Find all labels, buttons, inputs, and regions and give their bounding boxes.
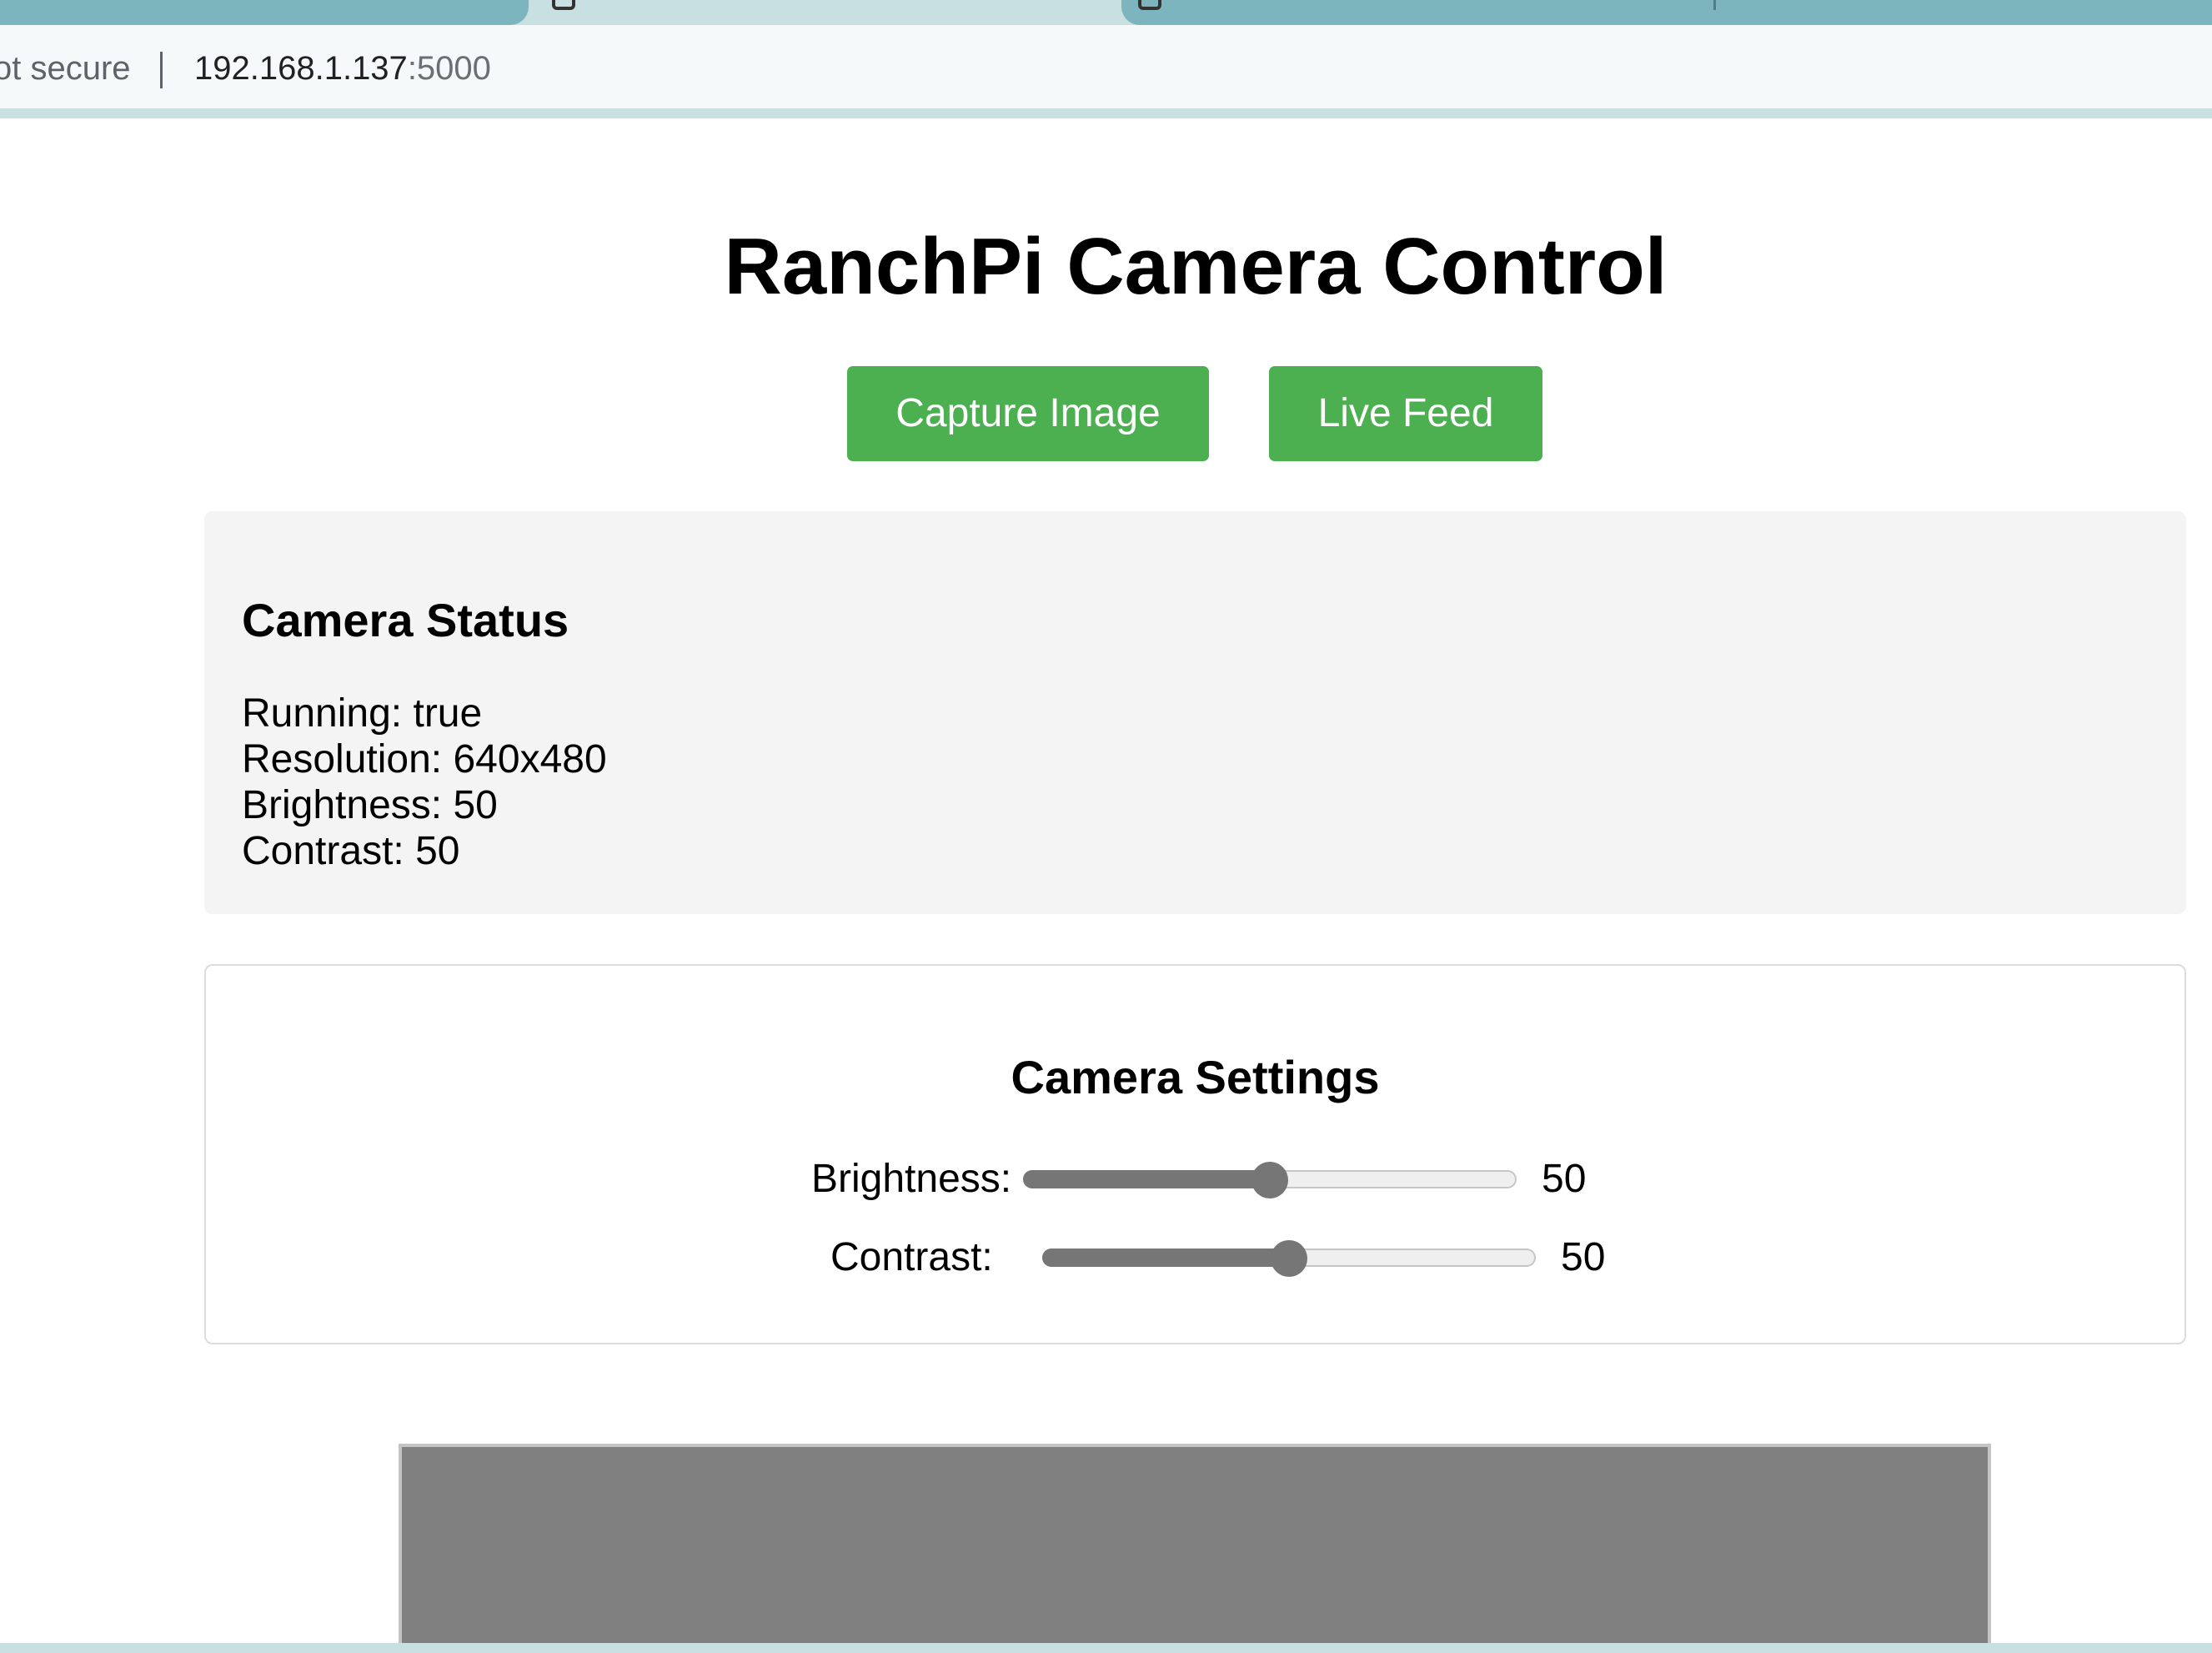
slider-fill: [1042, 1249, 1289, 1267]
url-port: :5000: [407, 50, 491, 87]
status-brightness: Brightness: 50: [242, 783, 498, 827]
tab-strip: [0, 0, 2212, 25]
camera-settings-panel: Camera Settings Brightness: 50 Contrast:…: [204, 964, 2186, 1344]
camera-status-panel: Camera Status Running: true Resolution: …: [204, 511, 2186, 914]
toolbar-divider: [0, 108, 2212, 118]
slider-thumb[interactable]: [1251, 1162, 1288, 1198]
capture-image-button[interactable]: Capture Image: [847, 366, 1209, 461]
url-host: 192.168.1.137: [194, 50, 408, 87]
status-resolution: Resolution: 640x480: [242, 737, 607, 781]
status-contrast: Contrast: 50: [242, 829, 460, 873]
camera-feed-image: [399, 1444, 1991, 1644]
status-running: Running: true: [242, 691, 483, 736]
slider-thumb[interactable]: [1271, 1240, 1307, 1277]
tab-separator: [1713, 0, 1716, 10]
page-title: RanchPi Camera Control: [724, 222, 1668, 311]
browser-tab[interactable]: [0, 0, 529, 25]
window-bottom-edge: [0, 1643, 2212, 1653]
slider-fill: [1023, 1170, 1270, 1188]
live-feed-button[interactable]: Live Feed: [1269, 366, 1542, 461]
page-icon: [552, 0, 575, 10]
brightness-value: 50: [1542, 1157, 1587, 1201]
security-indicator[interactable]: ot secure: [0, 48, 131, 88]
contrast-label: Contrast:: [830, 1235, 993, 1279]
address-bar[interactable]: ot secure 192.168.1.137:5000: [0, 25, 2212, 108]
camera-status-heading: Camera Status: [242, 594, 569, 646]
brightness-label: Brightness:: [811, 1157, 1012, 1201]
contrast-value: 50: [1561, 1235, 1606, 1279]
contrast-slider[interactable]: [1042, 1240, 1536, 1277]
address-divider: [160, 52, 163, 88]
camera-settings-heading: Camera Settings: [1011, 1051, 1380, 1103]
camera-status-list: Running: true Resolution: 640x480 Bright…: [242, 691, 607, 874]
url-text[interactable]: 192.168.1.137:5000: [194, 48, 491, 88]
brightness-slider[interactable]: [1023, 1162, 1517, 1198]
tab-favicon-icon: [1138, 0, 1161, 10]
browser-tab[interactable]: [1121, 0, 2212, 25]
